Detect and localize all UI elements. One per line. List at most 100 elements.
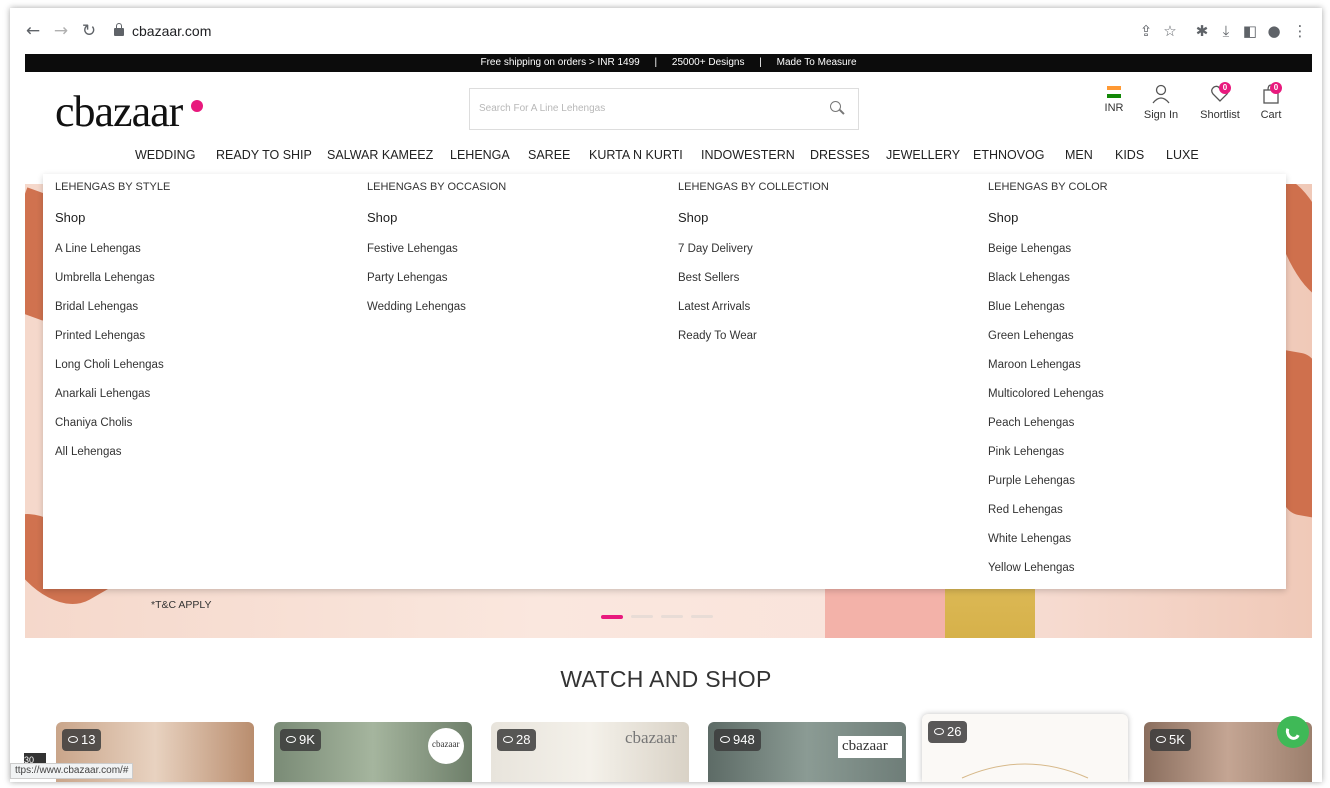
terms-note: *T&C APPLY — [151, 599, 212, 611]
shop-link[interactable]: Shop — [55, 210, 85, 225]
eye-icon — [286, 736, 296, 743]
menu-link[interactable]: 7 Day Delivery — [678, 243, 753, 255]
main-navigation: WEDDING READY TO SHIP SALWAR KAMEEZ LEHE… — [25, 148, 1312, 172]
url-text: cbazaar.com — [132, 23, 212, 39]
star-icon[interactable]: ☆ — [1160, 21, 1180, 41]
download-icon[interactable]: ⤓ — [1216, 21, 1236, 41]
nav-saree[interactable]: SAREE — [528, 148, 570, 162]
cart-label: Cart — [1260, 109, 1282, 121]
currency-selector[interactable]: INR — [1099, 84, 1129, 114]
menu-link[interactable]: Party Lehengas — [367, 272, 448, 284]
brand-watermark: cbazaar — [432, 739, 460, 749]
menu-link[interactable]: Red Lehengas — [988, 504, 1063, 516]
menu-link[interactable]: Long Choli Lehengas — [55, 359, 164, 371]
menu-link[interactable]: Chaniya Cholis — [55, 417, 132, 429]
lehenga-mega-menu: LEHENGAS BY STYLE Shop A Line Lehengas U… — [43, 174, 1286, 589]
menu-link[interactable]: Maroon Lehengas — [988, 359, 1081, 371]
menu-link[interactable]: Blue Lehengas — [988, 301, 1065, 313]
menu-link[interactable]: Purple Lehengas — [988, 475, 1075, 487]
nav-kurta-n-kurti[interactable]: KURTA N KURTI — [589, 148, 683, 162]
forward-arrow-icon[interactable]: → — [50, 20, 72, 42]
slider-dot[interactable] — [601, 615, 623, 619]
menu-link[interactable]: All Lehengas — [55, 446, 122, 458]
menu-link[interactable]: Beige Lehengas — [988, 243, 1071, 255]
eye-icon — [720, 736, 730, 743]
slider-dot[interactable] — [631, 615, 653, 618]
menu-link[interactable]: Green Lehengas — [988, 330, 1074, 342]
browser-window: ← → ↻ cbazaar.com ⇪ ☆ ✱ ⤓ ◧ ● ⋮ Free shi… — [10, 8, 1322, 782]
video-card[interactable]: 948 cbazaar — [708, 722, 906, 782]
column-heading[interactable]: LEHENGAS BY COLLECTION — [678, 181, 829, 193]
share-icon[interactable]: ⇪ — [1136, 21, 1156, 41]
menu-link[interactable]: Printed Lehengas — [55, 330, 145, 342]
address-bar[interactable]: cbazaar.com — [106, 16, 1166, 46]
nav-ethnovog[interactable]: ETHNOVOG — [973, 148, 1045, 162]
slider-dot[interactable] — [661, 615, 683, 618]
profile-icon[interactable]: ● — [1264, 21, 1284, 41]
video-card[interactable]: 28 cbazaar — [491, 722, 689, 782]
nav-wedding[interactable]: WEDDING — [135, 148, 195, 162]
india-flag-icon — [1107, 86, 1121, 98]
search-input[interactable]: Search For A Line Lehengas — [469, 88, 859, 130]
back-arrow-icon[interactable]: ← — [22, 20, 44, 42]
promo-measure: Made To Measure — [776, 57, 857, 68]
side-panel-icon[interactable]: ◧ — [1240, 21, 1260, 41]
menu-kebab-icon[interactable]: ⋮ — [1290, 21, 1310, 41]
nav-ready-to-ship[interactable]: READY TO SHIP — [216, 148, 312, 162]
nav-salwar-kameez[interactable]: SALWAR KAMEEZ — [327, 148, 433, 162]
view-count: 5K — [1169, 732, 1185, 747]
menu-link[interactable]: Festive Lehengas — [367, 243, 458, 255]
site-header: cbazaar Search For A Line Lehengas INR S… — [25, 72, 1312, 184]
shop-link[interactable]: Shop — [367, 210, 397, 225]
sign-in-button[interactable]: Sign In — [1141, 84, 1181, 121]
extensions-icon[interactable]: ✱ — [1192, 21, 1212, 41]
eye-icon — [503, 736, 513, 743]
video-card[interactable]: 26 — [922, 714, 1128, 782]
reload-icon[interactable]: ↻ — [78, 20, 100, 42]
logo-dot-icon — [191, 100, 203, 112]
whatsapp-chat-button[interactable] — [1277, 716, 1309, 748]
nav-lehenga[interactable]: LEHENGA — [450, 148, 510, 162]
nav-dresses[interactable]: DRESSES — [810, 148, 870, 162]
cbazaar-logo[interactable]: cbazaar — [55, 86, 183, 137]
menu-link[interactable]: Umbrella Lehengas — [55, 272, 155, 284]
menu-link[interactable]: Black Lehengas — [988, 272, 1070, 284]
search-icon[interactable] — [830, 101, 845, 115]
sign-in-label: Sign In — [1143, 109, 1179, 121]
nav-jewellery[interactable]: JEWELLERY — [886, 148, 960, 162]
slider-dot[interactable] — [691, 615, 713, 618]
nav-luxe[interactable]: LUXE — [1166, 148, 1199, 162]
menu-link[interactable]: Wedding Lehengas — [367, 301, 466, 313]
shop-link[interactable]: Shop — [988, 210, 1018, 225]
menu-link[interactable]: Bridal Lehengas — [55, 301, 138, 313]
nav-kids[interactable]: KIDS — [1115, 148, 1144, 162]
menu-link[interactable]: Multicolored Lehengas — [988, 388, 1104, 400]
eye-icon — [68, 736, 78, 743]
menu-link[interactable]: Peach Lehengas — [988, 417, 1074, 429]
nav-indowestern[interactable]: INDOWESTERN — [701, 148, 795, 162]
view-count-badge: 13 — [62, 729, 102, 751]
shortlist-count-badge: 0 — [1219, 82, 1231, 94]
shop-link[interactable]: Shop — [678, 210, 708, 225]
menu-link[interactable]: Best Sellers — [678, 272, 739, 284]
column-heading[interactable]: LEHENGAS BY COLOR — [988, 181, 1108, 193]
promo-shipping: Free shipping on orders > INR 1499 — [480, 57, 640, 68]
menu-link[interactable]: A Line Lehengas — [55, 243, 141, 255]
view-count: 9K — [299, 732, 315, 747]
menu-link[interactable]: Anarkali Lehengas — [55, 388, 150, 400]
menu-link[interactable]: White Lehengas — [988, 533, 1071, 545]
column-heading[interactable]: LEHENGAS BY STYLE — [55, 181, 170, 193]
menu-link[interactable]: Yellow Lehengas — [988, 562, 1075, 574]
menu-link[interactable]: Pink Lehengas — [988, 446, 1064, 458]
nav-men[interactable]: MEN — [1065, 148, 1093, 162]
search-placeholder: Search For A Line Lehengas — [479, 103, 606, 114]
view-count-badge: 28 — [497, 729, 537, 751]
menu-link[interactable]: Latest Arrivals — [678, 301, 750, 313]
cart-button[interactable]: 0 Cart — [1255, 82, 1287, 121]
shortlist-button[interactable]: 0 Shortlist — [1195, 82, 1245, 121]
view-count-badge: 5K — [1150, 729, 1191, 751]
view-count: 948 — [733, 732, 755, 747]
video-card[interactable]: 9K cbazaar — [274, 722, 472, 782]
menu-link[interactable]: Ready To Wear — [678, 330, 757, 342]
column-heading[interactable]: LEHENGAS BY OCCASION — [367, 181, 506, 193]
